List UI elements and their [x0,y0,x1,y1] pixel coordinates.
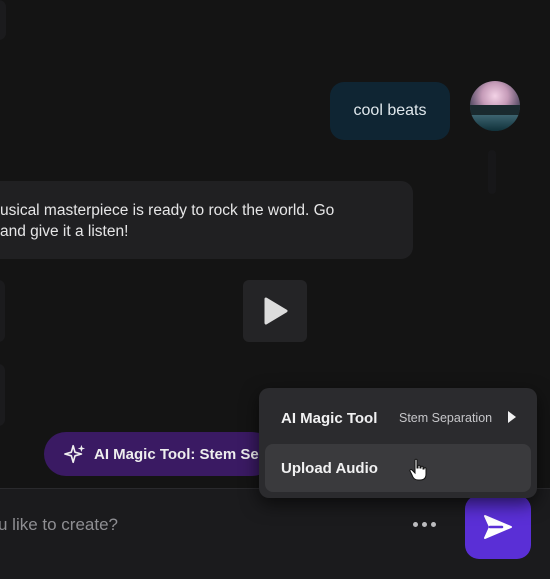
send-button[interactable] [465,495,531,559]
ai-magic-tool-chip[interactable]: AI Magic Tool: Stem Sep [44,432,274,476]
prompt-input[interactable] [0,512,398,538]
bot-message-line: usical masterpiece is ready to rock the … [0,202,335,219]
user-message-text: cool beats [353,102,427,119]
bot-message-text: usical masterpiece is ready to rock the … [0,200,400,242]
send-icon [484,515,512,539]
scroll-edge [488,150,496,194]
tool-menu: AI Magic Tool Stem Separation Upload Aud… [259,388,537,498]
user-avatar[interactable] [470,81,520,131]
play-icon [264,297,288,325]
play-button[interactable] [243,280,307,342]
more-icon [430,521,436,527]
chevron-right-icon [508,411,516,423]
menu-item-sublabel: Stem Separation [399,411,493,425]
bot-message-line: and give it a listen! [0,223,129,240]
user-message-bubble: cool beats [330,82,450,140]
audio-card-edge [0,280,5,342]
sparkle-icon [64,444,86,464]
more-icon [421,521,427,527]
avatar-water [470,115,520,131]
menu-item-label: Upload Audio [281,459,378,477]
hand-cursor-icon [409,458,427,481]
chip-label: AI Magic Tool: Stem Sep [94,445,268,463]
menu-item-label: AI Magic Tool [281,409,378,427]
previous-message-stub [0,0,6,40]
audio-card-edge [0,364,5,426]
more-icon [412,521,418,527]
menu-item-upload-audio[interactable]: Upload Audio [265,444,531,492]
more-options-button[interactable] [406,512,442,536]
menu-item-ai-magic-tool[interactable]: AI Magic Tool Stem Separation [265,394,531,442]
avatar-ridge [470,105,520,115]
